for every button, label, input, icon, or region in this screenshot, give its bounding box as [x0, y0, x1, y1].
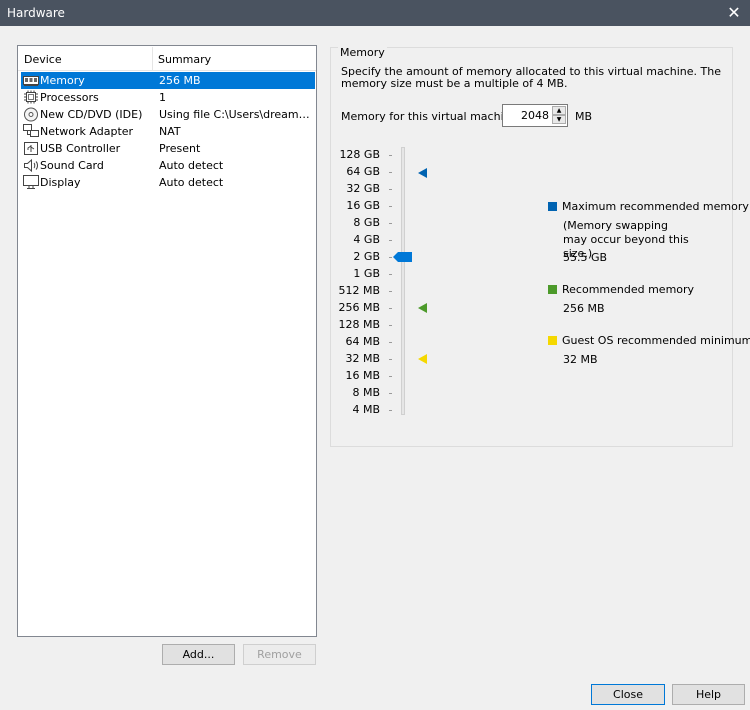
scale-label: 4 MB [352, 403, 380, 416]
device-row-memory[interactable]: Memory 256 MB [21, 72, 315, 89]
device-list-header: Device Summary [18, 46, 316, 71]
guest-minimum-swatch [548, 336, 557, 345]
scale-label: 64 MB [345, 335, 380, 348]
speaker-icon [24, 158, 38, 173]
scale-tick [389, 257, 392, 258]
title-bar: Hardware ✕ [0, 0, 750, 26]
scale-tick [389, 376, 392, 377]
guest-minimum-label: Guest OS recommended minimum [562, 334, 750, 347]
stepper-down-icon[interactable]: ▼ [552, 115, 566, 124]
scale-label: 4 GB [353, 233, 380, 246]
scale-tick [389, 274, 392, 275]
device-summary: NAT [159, 125, 181, 138]
memory-unit-label: MB [575, 110, 593, 123]
scale-label: 16 GB [346, 199, 380, 212]
device-summary: Auto detect [159, 159, 224, 172]
memory-input[interactable]: 2048 [505, 109, 549, 122]
device-row-sound-card[interactable]: Sound Card Auto detect [21, 157, 315, 174]
guest-minimum-marker-icon [418, 354, 427, 364]
column-header-summary[interactable]: Summary [158, 53, 211, 66]
device-name: Sound Card [40, 159, 104, 172]
scale-label: 8 MB [352, 386, 380, 399]
scale-tick [389, 155, 392, 156]
device-summary: 1 [159, 91, 166, 104]
column-header-device[interactable]: Device [24, 53, 62, 66]
memory-stepper[interactable]: 2048 ▲ ▼ [502, 104, 568, 127]
device-row-cd-dvd[interactable]: New CD/DVD (IDE) Using file C:\Users\dre… [21, 106, 315, 123]
recommended-marker-icon [418, 303, 427, 313]
memory-description: Specify the amount of memory allocated t… [341, 65, 721, 90]
scale-tick [389, 410, 392, 411]
memory-icon [23, 76, 39, 86]
network-adapter-icon [23, 124, 39, 137]
stepper-up-icon[interactable]: ▲ [552, 106, 566, 115]
scale-label: 32 GB [346, 182, 380, 195]
device-name: Processors [40, 91, 99, 104]
scale-tick [389, 308, 392, 309]
memory-group-title: Memory [338, 46, 387, 59]
scale-label: 1 GB [353, 267, 380, 280]
add-button[interactable]: Add... [162, 644, 235, 665]
scale-label: 16 MB [345, 369, 380, 382]
scale-tick [389, 172, 392, 173]
max-recommended-value: 55.5 GB [563, 251, 608, 264]
processor-icon [24, 90, 38, 104]
window-title: Hardware [7, 6, 65, 20]
device-name: Display [40, 176, 81, 189]
recommended-label: Recommended memory [562, 283, 695, 296]
scale-label: 32 MB [345, 352, 380, 365]
scale-label: 128 MB [338, 318, 380, 331]
usb-icon [24, 142, 38, 155]
max-recommended-marker-icon [418, 168, 427, 178]
memory-slider-thumb[interactable] [393, 252, 412, 262]
device-name: Memory [40, 74, 85, 87]
device-summary: 256 MB [159, 74, 201, 87]
device-row-processors[interactable]: Processors 1 [21, 89, 315, 106]
device-summary: Present [159, 142, 201, 155]
scale-label: 8 GB [353, 216, 380, 229]
display-icon [23, 175, 39, 189]
close-window-icon[interactable]: ✕ [724, 3, 744, 23]
scale-tick [389, 342, 392, 343]
scale-label: 64 GB [346, 165, 380, 178]
memory-field-label: Memory for this virtual machine: [341, 110, 522, 123]
help-button[interactable]: Help [672, 684, 745, 705]
scale-label: 256 MB [338, 301, 380, 314]
scale-tick [389, 325, 392, 326]
device-list[interactable]: Device Summary Memory 256 MB Processors … [17, 45, 317, 637]
device-summary: Using file C:\Users\dreamWe... [159, 108, 311, 121]
stepper-arrows: ▲ ▼ [552, 106, 566, 125]
dialog-client: Device Summary Memory 256 MB Processors … [0, 26, 750, 710]
recommended-swatch [548, 285, 557, 294]
memory-slider-track[interactable] [401, 147, 405, 415]
recommended-value: 256 MB [563, 302, 605, 315]
guest-minimum-value: 32 MB [563, 353, 598, 366]
cd-dvd-icon [24, 107, 38, 122]
scale-tick [389, 240, 392, 241]
max-recommended-label: Maximum recommended memory [562, 200, 749, 213]
scale-label: 2 GB [353, 250, 380, 263]
device-row-usb-controller[interactable]: USB Controller Present [21, 140, 315, 157]
scale-label: 128 GB [339, 148, 380, 161]
remove-button[interactable]: Remove [243, 644, 316, 665]
scale-tick [389, 393, 392, 394]
close-button[interactable]: Close [591, 684, 665, 705]
scale-tick [389, 206, 392, 207]
scale-tick [389, 291, 392, 292]
scale-tick [389, 359, 392, 360]
device-row-network-adapter[interactable]: Network Adapter NAT [21, 123, 315, 140]
device-summary: Auto detect [159, 176, 224, 189]
device-name: USB Controller [40, 142, 121, 155]
max-recommended-swatch [548, 202, 557, 211]
device-name: Network Adapter [40, 125, 134, 138]
column-separator[interactable] [152, 47, 153, 70]
scale-tick [389, 223, 392, 224]
device-row-display[interactable]: Display Auto detect [21, 174, 315, 191]
scale-label: 512 MB [338, 284, 380, 297]
device-name: New CD/DVD (IDE) [40, 108, 143, 121]
scale-tick [389, 189, 392, 190]
